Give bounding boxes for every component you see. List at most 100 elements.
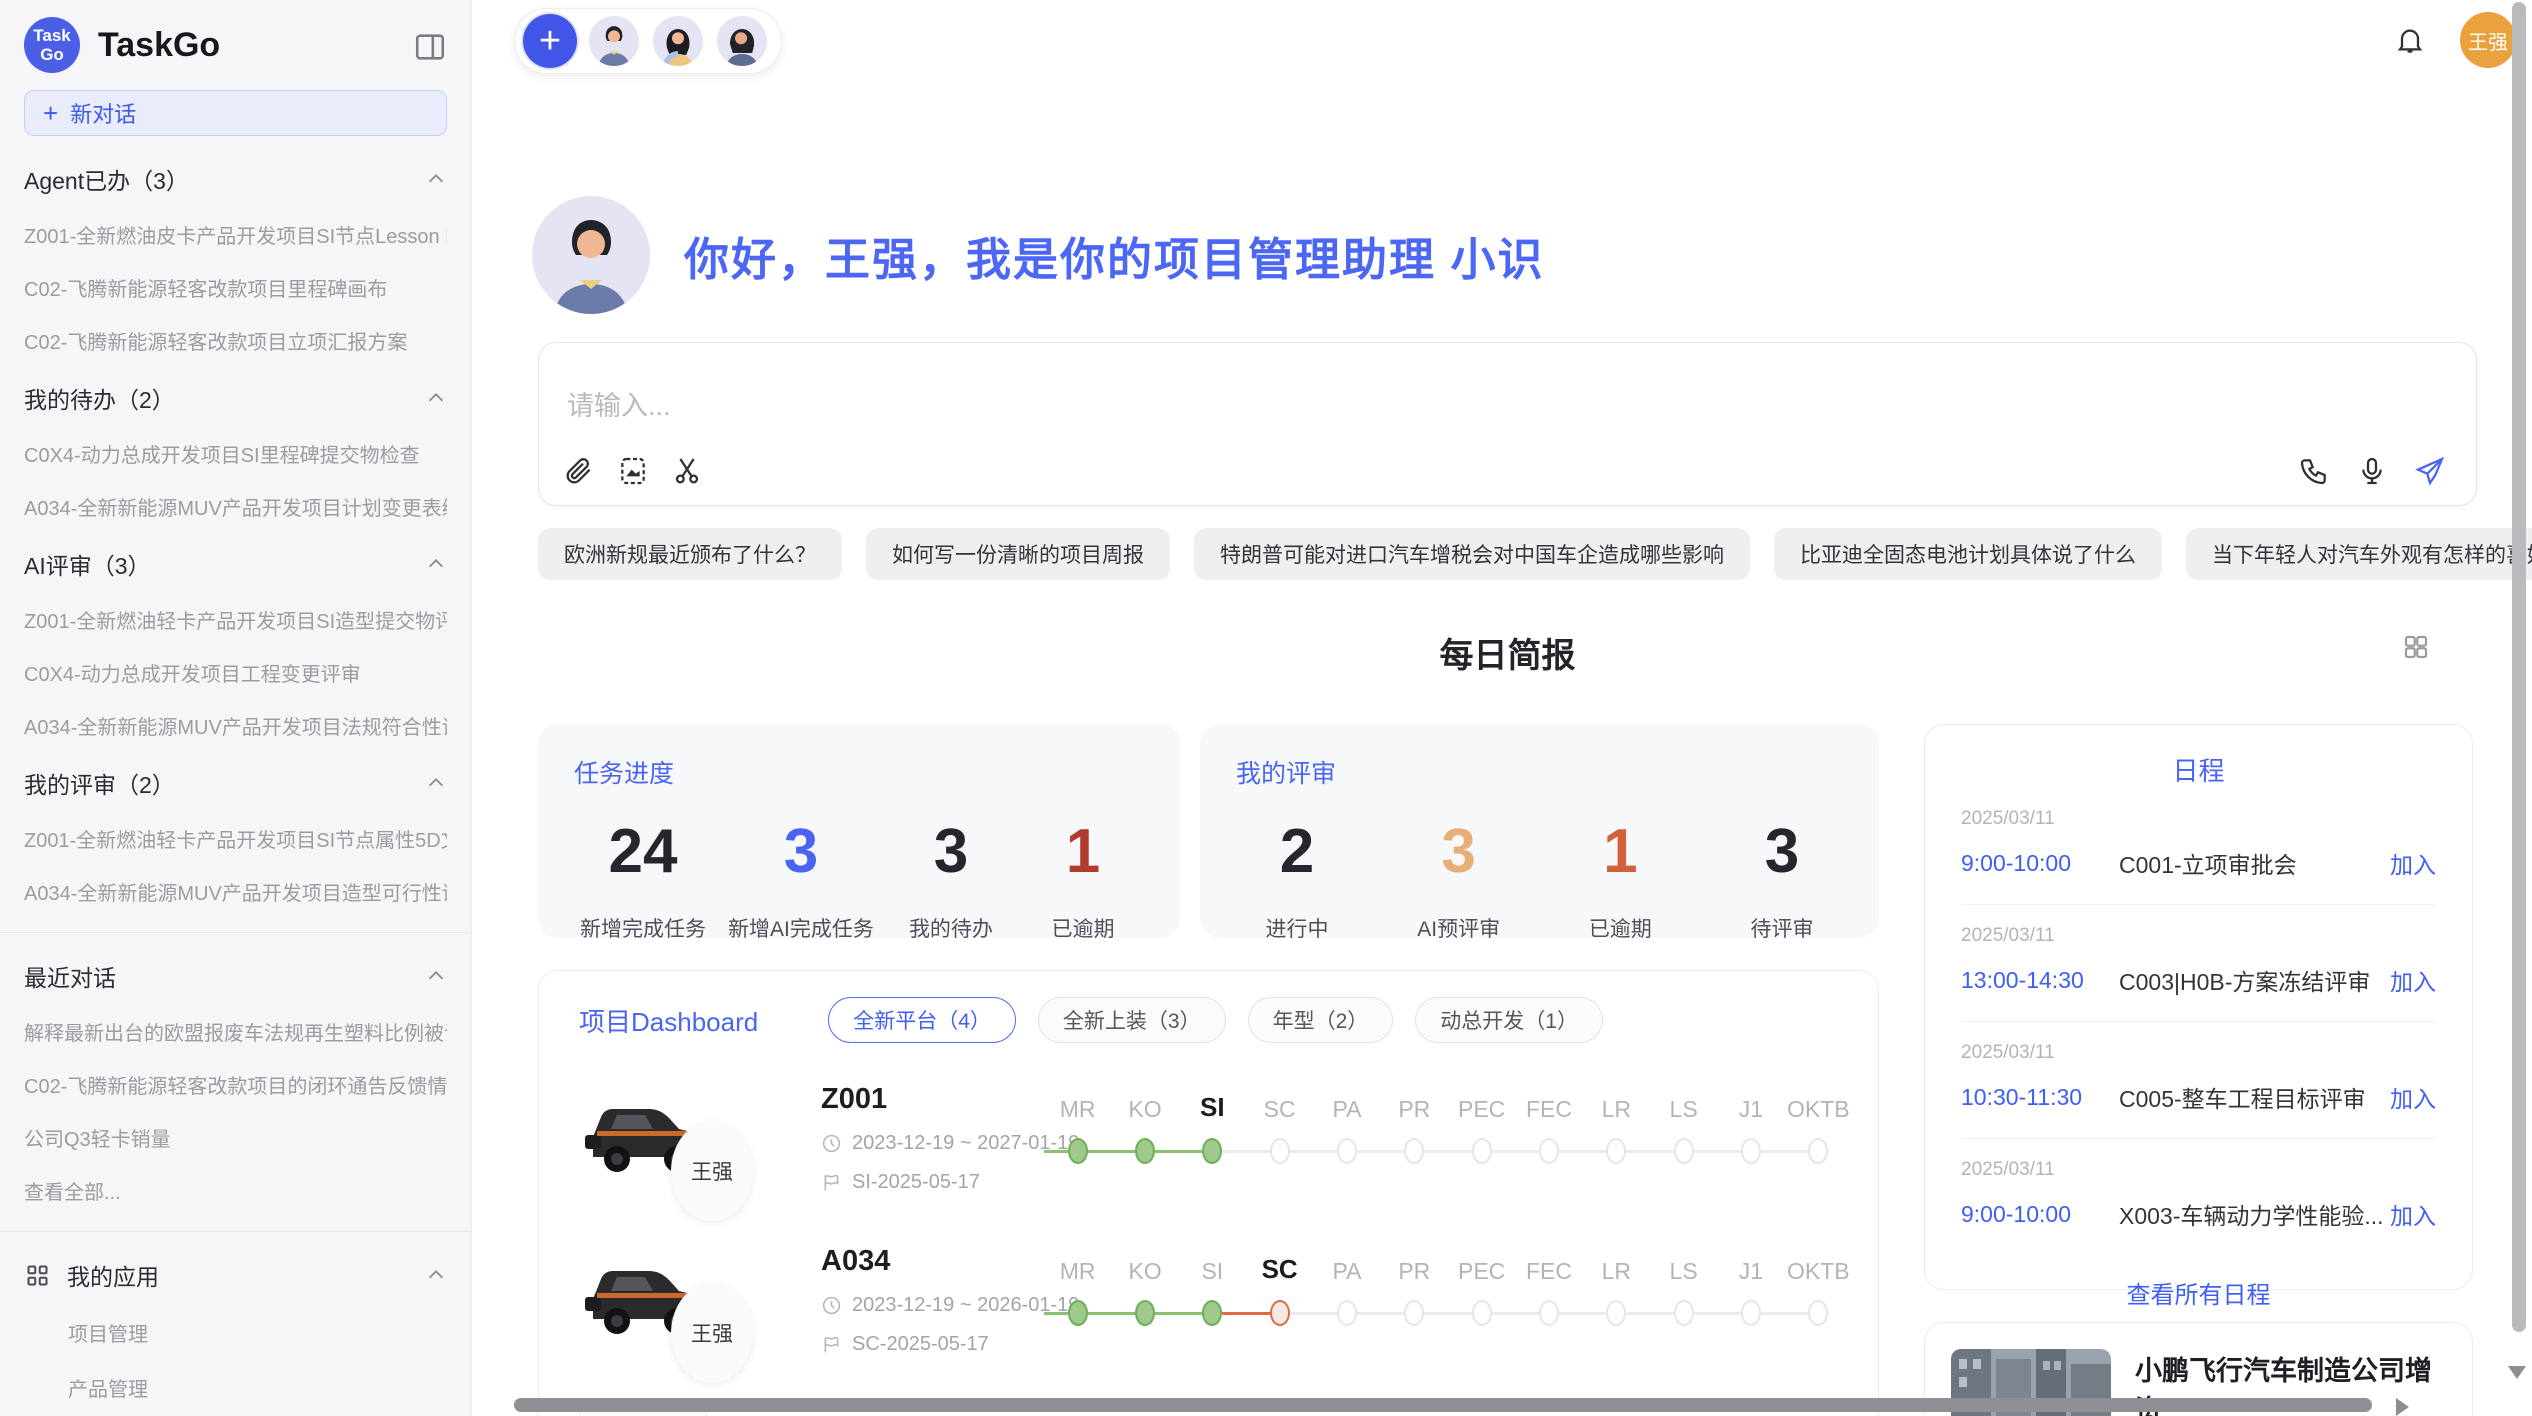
milestone-dot [1674,1300,1694,1326]
dashboard-title: 项目Dashboard [579,1002,758,1039]
milestone-dot [1741,1300,1761,1326]
assistant-avatar-2[interactable] [651,14,705,68]
new-chat-button[interactable]: + 新对话 [24,90,447,136]
join-button[interactable]: 加入 [2390,846,2436,880]
assistant-avatar-3[interactable] [715,14,769,68]
section-my-review-header[interactable]: 我的评审（2） [24,766,447,800]
schedule-time: 9:00-10:00 [1961,1201,2119,1228]
tab-new-platform[interactable]: 全新平台（4） [828,997,1016,1043]
project-row-z001[interactable]: 王强 Z001 2023-12-19 ~ 2027-01-19 SI-2025-… [539,1067,1878,1227]
greeting-block: 你好，王强，我是你的项目管理助理 小识 [532,196,1545,314]
add-assistant-button[interactable]: + [523,14,577,68]
app-item-product-management[interactable]: 产品管理 [24,1373,447,1402]
app-title: TaskGo [98,26,413,65]
taskgo-app: { "app": { "logo_top": "Task", "logo_bot… [0,0,2532,1416]
topbar-right: 王强 [2394,12,2516,68]
suggestion-chip[interactable]: 特朗普可能对进口汽车增税会对中国车企造成哪些影响 [1194,528,1750,580]
milestone-dot [1472,1138,1492,1164]
tab-new-body[interactable]: 全新上装（3） [1038,997,1226,1043]
sidebar-item[interactable]: A034-全新新能源MUV产品开发项目法规符合性评审 [24,711,447,740]
input-left-icons [563,455,703,487]
milestone-dot-row [1583,1293,1650,1333]
scissors-icon[interactable] [671,455,703,487]
app-item-project-management[interactable]: 项目管理 [24,1318,447,1347]
horizontal-scrollbar-thumb[interactable] [514,1398,2372,1412]
dashboard-tabs: 全新平台（4） 全新上装（3） 年型（2） 动总开发（1） [828,997,1603,1043]
suggestion-chip[interactable]: 欧洲新规最近颁布了什么？ [538,528,842,580]
phone-call-icon[interactable] [2298,455,2330,487]
sidebar-view-all-chats[interactable]: 查看全部... [24,1176,447,1205]
scroll-down-arrow-icon[interactable] [2508,1366,2526,1379]
project-row-a034[interactable]: 王强 A034 2023-12-19 ~ 2026-01-19 SC-2025-… [539,1229,1878,1389]
sidebar-divider [0,932,471,933]
chevron-up-icon[interactable] [425,168,447,190]
stat-label: 我的待办 [896,913,1006,943]
section-ai-review-header[interactable]: AI评审（3） [24,547,447,581]
project-code: A034 [821,1245,1079,1278]
user-avatar[interactable]: 王强 [2460,12,2516,68]
milestone-track: MRKOSISCPAPRPECFECLRLSJ1OKTB [1044,1249,1852,1333]
scroll-right-arrow-icon[interactable] [2396,1398,2409,1416]
view-all-schedule-link[interactable]: 查看所有日程 [1961,1275,2436,1310]
milestone-label: PR [1398,1087,1430,1123]
stat-pending-review: 3 待评审 [1727,816,1837,943]
assistant-avatar-1[interactable] [587,14,641,68]
stat-ai-pre-review: 3 AI预评审 [1404,816,1514,943]
sidebar-item[interactable]: A034-全新新能源MUV产品开发项目计划变更表编写 [24,492,447,521]
suggestion-chip[interactable]: 如何写一份清晰的项目周报 [866,528,1170,580]
layout-grid-icon[interactable] [2401,632,2431,662]
image-icon[interactable] [617,455,649,487]
sidebar-item[interactable]: A034-全新新能源MUV产品开发项目造型可行性评审 [24,877,447,906]
sidebar-item[interactable]: C0X4-动力总成开发项目SI里程碑提交物检查 [24,439,447,468]
project-dates: 2023-12-19 ~ 2027-01-19 [821,1132,1079,1155]
sidebar-item[interactable]: Z001-全新燃油皮卡产品开发项目SI节点Lesson Learn报告 [24,220,447,249]
sidebar-item[interactable]: C02-飞腾新能源轻客改款项目立项汇报方案 [24,326,447,355]
sidebar-collapse-icon[interactable] [413,30,447,60]
tab-model-year[interactable]: 年型（2） [1248,997,1394,1043]
paperclip-icon[interactable] [563,455,595,487]
milestone-label: OKTB [1787,1249,1850,1285]
schedule-event-name: C001-立项审批会 [2119,846,2390,880]
section-my-todo-header[interactable]: 我的待办（2） [24,381,447,415]
section-recent-chats-header[interactable]: 最近对话 [24,959,447,993]
schedule-event-name: C005-整车工程目标评审 [2119,1080,2390,1114]
sidebar-item[interactable]: C02-飞腾新能源轻客改款项目里程碑画布 [24,273,447,302]
suggestion-chip[interactable]: 比亚迪全固态电池计划具体说了什么 [1774,528,2162,580]
vertical-scrollbar-thumb[interactable] [2512,2,2526,1332]
milestone-dot-row [1515,1131,1582,1171]
join-button[interactable]: 加入 [2390,1080,2436,1114]
join-button[interactable]: 加入 [2390,1197,2436,1231]
sidebar-item[interactable]: Z001-全新燃油轻卡产品开发项目SI节点属性5D文件评审 [24,824,447,853]
user-avatar-label: 王强 [2468,26,2508,55]
tab-powertrain[interactable]: 动总开发（1） [1415,997,1603,1043]
flag-icon [821,1172,842,1193]
chevron-up-icon[interactable] [425,387,447,409]
milestone-label: J1 [1739,1087,1763,1123]
my-apps-header[interactable]: 我的应用 [24,1258,447,1292]
project-info: Z001 2023-12-19 ~ 2027-01-19 SI-2025-05-… [821,1083,1079,1194]
sidebar-item[interactable]: C0X4-动力总成开发项目工程变更评审 [24,658,447,687]
milestone-dot [1135,1138,1155,1164]
milestone-label: SC [1264,1087,1296,1123]
chevron-up-icon[interactable] [425,553,447,575]
section-title: 我的评审（2） [24,766,175,800]
chevron-up-icon[interactable] [425,1264,447,1286]
suggestion-chip[interactable]: 当下年轻人对汽车外观有怎样的喜好趋势 [2186,528,2532,580]
microphone-icon[interactable] [2356,455,2388,487]
sidebar-item[interactable]: 解释最新出台的欧盟报废车法规再生塑料比例被调至15%... [24,1017,447,1046]
chevron-up-icon[interactable] [425,772,447,794]
send-icon[interactable] [2414,455,2446,487]
join-button[interactable]: 加入 [2390,963,2436,997]
milestone-pa: PA [1313,1249,1380,1333]
section-agent-done-header[interactable]: Agent已办（3） [24,162,447,196]
stat-new-completed: 24 新增完成任务 [580,816,706,943]
sidebar-item[interactable]: C02-飞腾新能源轻客改款项目的闭环通告反馈情况 [24,1070,447,1099]
notification-bell-icon[interactable] [2394,24,2426,56]
sidebar-item[interactable]: Z001-全新燃油轻卡产品开发项目SI造型提交物评审 [24,605,447,634]
milestone-label: LR [1602,1087,1631,1123]
chat-input[interactable] [567,391,1767,422]
chevron-up-icon[interactable] [425,965,447,987]
sidebar-item[interactable]: 公司Q3轻卡销量 [24,1123,447,1152]
milestone-sc: SC [1246,1249,1313,1333]
project-owner-badge: 王强 [671,1121,753,1221]
